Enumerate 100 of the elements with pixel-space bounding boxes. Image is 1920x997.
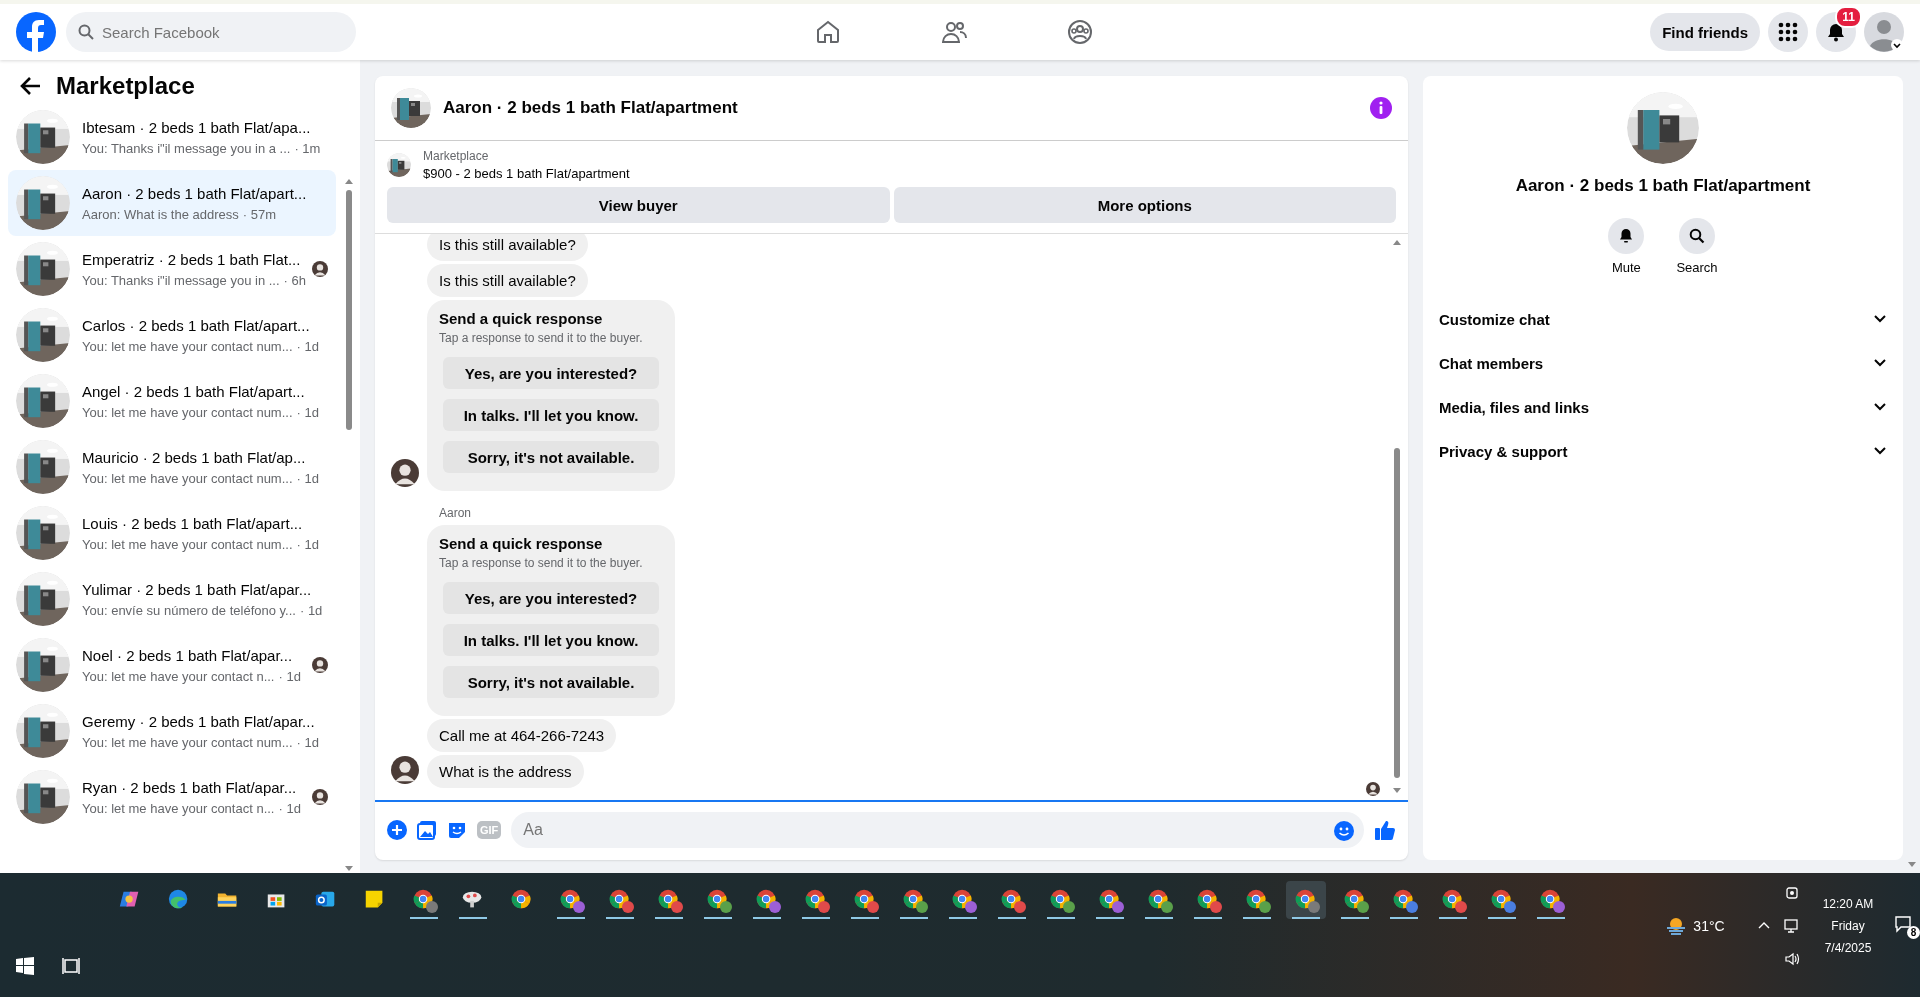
seen-avatar [1366, 782, 1380, 796]
quick-reply-button[interactable]: Sorry, it's not available. [443, 666, 659, 698]
section-header[interactable]: Chat members [1423, 341, 1903, 385]
message-bubble: Is this still available? [427, 264, 588, 297]
conversation-item[interactable]: Emperatriz · 2 beds 1 bath Flat... You: Thanks i"il message you in ... · 6h [8, 236, 336, 302]
conversation-title: Angel · 2 beds 1 bath Flat/apart... [82, 382, 306, 400]
timestamp: · 1d [296, 470, 319, 486]
conversation-item[interactable]: Carlos · 2 beds 1 bath Flat/apart... You: let me have your contact num... · 1d [8, 302, 336, 368]
mute-button[interactable] [1608, 218, 1645, 254]
quick-reply-button[interactable]: In talks. I'll let you know. [443, 624, 659, 656]
page-title: Marketplace [56, 72, 195, 100]
message-preview: You: let me have your contact num... [82, 734, 293, 750]
conversation-title: Yulimar · 2 beds 1 bath Flat/apar... [82, 580, 313, 598]
conversation-item[interactable]: Aaron · 2 beds 1 bath Flat/apart... Aaron: What is the address · 57m [8, 170, 336, 236]
listing-title: $900 - 2 beds 1 bath Flat/apartment [423, 166, 630, 181]
network-icon[interactable] [1784, 918, 1800, 934]
timestamp: · 1d [296, 404, 319, 420]
message-preview: You: let me have your contact num... [82, 536, 293, 552]
timestamp: · 1m [294, 140, 321, 156]
clock-date: 7/4/2025 [1824, 941, 1872, 955]
grid-icon [1778, 22, 1798, 42]
conversation-title: Geremy · 2 beds 1 bath Flat/apar... [82, 712, 316, 730]
conversation-item[interactable]: Ibtesam · 2 beds 1 bath Flat/apa... You: Thanks i"il message you in a ... · 1m [8, 104, 336, 170]
clock-time: 12:20 AM [1822, 897, 1874, 911]
conversation-title: Carlos · 2 beds 1 bath Flat/apart... [82, 316, 311, 334]
menu-button[interactable] [1768, 12, 1808, 52]
section-header[interactable]: Media, files and links [1423, 385, 1903, 429]
timestamp: · 1d [278, 668, 301, 684]
timestamp: · 1d [296, 734, 319, 750]
conversation-title: Mauricio · 2 beds 1 bath Flat/ap... [82, 448, 307, 466]
timestamp: · 1d [296, 338, 319, 354]
conversation-title: Aaron · 2 beds 1 bath Flat/apart... [82, 184, 308, 202]
back-arrow-icon[interactable] [20, 75, 42, 97]
listing-source: Marketplace [423, 149, 490, 163]
message-preview: You: envíe su número de teléfono y... [82, 602, 296, 618]
sticker-icon[interactable] [447, 820, 467, 840]
section-header[interactable]: Customize chat [1423, 297, 1903, 341]
message-bubble: Is this still available? [427, 234, 588, 261]
card-title: Send a quick response [439, 535, 604, 552]
temperature: 31°C [1693, 918, 1725, 934]
conversation-item[interactable]: Geremy · 2 beds 1 bath Flat/apar... You: let me have your contact num... · 1d [8, 698, 336, 764]
volume-icon[interactable] [1784, 951, 1800, 967]
conversation-item[interactable]: Yulimar · 2 beds 1 bath Flat/apar... You: envíe su número de teléfono y... · 1d [8, 566, 336, 632]
bell-icon [1826, 22, 1846, 42]
quick-reply-button[interactable]: Sorry, it's not available. [443, 441, 659, 473]
message-bubble: What is the address [427, 755, 584, 788]
facebook-logo[interactable] [16, 12, 56, 52]
clock[interactable]: 12:20 AM Friday 7/4/2025 [1822, 897, 1874, 955]
conversation-title: Noel · 2 beds 1 bath Flat/apar... [82, 646, 294, 664]
card-subtitle: Tap a response to send it to the buyer. [439, 556, 644, 570]
timestamp: · 6h [283, 272, 306, 288]
profile-button[interactable] [1864, 12, 1904, 52]
quick-reply-button[interactable]: In talks. I'll let you know. [443, 399, 659, 431]
message-bubble: Call me at 464-266-7243 [427, 719, 617, 752]
section-header[interactable]: Privacy & support [1423, 429, 1903, 473]
contact-name: Aaron · 2 beds 1 bath Flat/apartment [1515, 176, 1811, 196]
message-preview: Aaron: What is the address [82, 206, 239, 222]
thumbs-up-icon[interactable] [1374, 819, 1396, 841]
message-preview: You: Thanks i"il message you in a ... [82, 140, 291, 156]
search-button[interactable] [1679, 218, 1715, 254]
search-icon [78, 24, 94, 40]
conversation-title: Ryan · 2 beds 1 bath Flat/apar... [82, 778, 298, 796]
action-button[interactable]: View buyer [387, 187, 890, 223]
bell-icon [1618, 228, 1635, 244]
message-preview: You: let me have your contact num... [82, 338, 293, 354]
conversation-item[interactable]: Mauricio · 2 beds 1 bath Flat/ap... You: let me have your contact num... · 1d [8, 434, 336, 500]
task-view-icon[interactable] [62, 957, 80, 975]
conversation-item[interactable]: Ryan · 2 beds 1 bath Flat/apar... You: let me have your contact n... · 1d [8, 764, 336, 830]
conversation-title: Emperatriz · 2 beds 1 bath Flat... [82, 250, 300, 268]
notification-count: 8 [1907, 926, 1920, 939]
chat-title: Aaron · 2 beds 1 bath Flat/apartment [443, 98, 739, 118]
conversation-title: Louis · 2 beds 1 bath Flat/apart... [82, 514, 304, 532]
conversation-item[interactable]: Angel · 2 beds 1 bath Flat/apart... You: let me have your contact num... · 1d [8, 368, 336, 434]
sender-name: Aaron [439, 506, 473, 520]
camera-icon[interactable] [1785, 886, 1799, 900]
action-button[interactable]: More options [893, 187, 1396, 223]
weather-widget[interactable]: 31°C [1665, 915, 1725, 937]
message-preview: You: let me have your contact n... [82, 800, 275, 816]
timestamp: · 1d [296, 536, 319, 552]
message-field[interactable]: Aa [511, 812, 1364, 848]
emoji-icon[interactable] [1334, 821, 1354, 841]
scroll-arrow-icon[interactable] [1906, 859, 1917, 869]
message-icon [1894, 915, 1912, 933]
plus-icon[interactable] [387, 820, 407, 840]
quick-reply-button[interactable]: Yes, are you interested? [443, 357, 659, 389]
search-field[interactable]: Search Facebook [66, 12, 356, 52]
windows-start-icon[interactable] [16, 957, 34, 975]
quick-reply-button[interactable]: Yes, are you interested? [443, 582, 659, 614]
card-title: Send a quick response [439, 310, 604, 327]
conversation-item[interactable]: Louis · 2 beds 1 bath Flat/apart... You: let me have your contact num... · 1d [8, 500, 336, 566]
timestamp: · 1d [278, 800, 301, 816]
timestamp: · 1d [299, 602, 323, 618]
timestamp: · 57m [242, 206, 277, 222]
photo-icon[interactable] [417, 820, 437, 840]
conversation-title: Ibtesam · 2 beds 1 bath Flat/apa... [82, 118, 312, 136]
message-preview: You: let me have your contact num... [82, 470, 293, 486]
conversation-item[interactable]: Noel · 2 beds 1 bath Flat/apar... You: let me have your contact n... · 1d [8, 632, 336, 698]
taskbar-app[interactable] [1286, 881, 1326, 919]
find-friends-button[interactable]: Find friends [1650, 13, 1760, 51]
info-icon[interactable] [1370, 97, 1392, 119]
